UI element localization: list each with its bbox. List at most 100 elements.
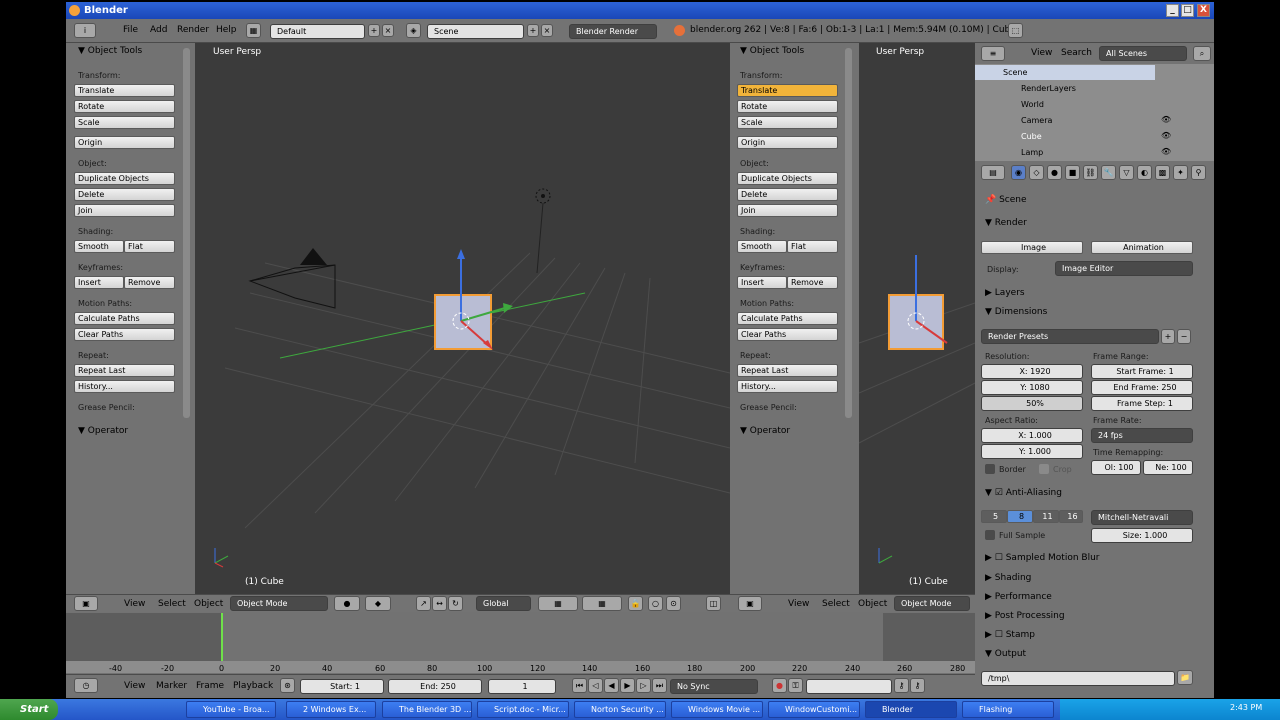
task-blender-3d[interactable]: The Blender 3D ... [382, 701, 472, 718]
task-script-doc[interactable]: Script.doc - Micr... [477, 701, 569, 718]
insert-key-icon[interactable]: ⚷ [894, 678, 909, 693]
task-windowcustomizer[interactable]: WindowCustomi... [768, 701, 860, 718]
editor-type-icon-3d[interactable]: ▣ [74, 596, 98, 611]
performance-panel-title[interactable]: ▶ Performance [985, 592, 1052, 602]
task-windows-explorer[interactable]: 2 Windows Ex... [286, 701, 376, 718]
time-old-field[interactable]: Ol: 100 [1091, 460, 1141, 475]
scrollbar[interactable] [183, 48, 190, 418]
material-tab-icon[interactable]: ◐ [1137, 165, 1152, 180]
menu-object-3d-right[interactable]: Object [858, 599, 887, 609]
scrollbar-right[interactable] [845, 48, 852, 418]
physics-tab-icon[interactable]: ✦ [1173, 165, 1188, 180]
filter-size-field[interactable]: Size: 1.000 [1091, 528, 1193, 543]
operator-panel-title-right[interactable]: ▼ Operator [740, 426, 790, 436]
start-frame-field[interactable]: Start Frame: 1 [1091, 364, 1193, 379]
repeat-last-button[interactable]: Repeat Last [74, 364, 175, 377]
menu-select-3d-right[interactable]: Select [822, 599, 850, 609]
timeline-type-icon[interactable]: ◷ [74, 678, 98, 693]
origin-button-right[interactable]: Origin [737, 136, 838, 149]
stamp-panel-title[interactable]: ▶ ☐ Stamp [985, 630, 1035, 640]
timeline-playback-menu[interactable]: Playback [233, 681, 273, 691]
viewport-right[interactable]: User Persp (1) Cube [859, 43, 975, 595]
menu-view-3d[interactable]: View [124, 599, 145, 609]
texture-tab-icon[interactable]: ▩ [1155, 165, 1170, 180]
translate-manip-icon[interactable]: ↔ [432, 596, 447, 611]
eye-icon[interactable]: 👁 [1161, 147, 1171, 156]
preview-range-icon[interactable]: ⊛ [280, 678, 295, 693]
outliner-filter-select[interactable]: All Scenes [1099, 46, 1187, 61]
folder-icon[interactable]: 📁 [1177, 670, 1193, 685]
keying-icon[interactable]: ⚿ [788, 678, 803, 693]
outliner-item-cube[interactable]: Cube [975, 129, 1042, 144]
timeline-ruler[interactable] [66, 661, 975, 673]
post-processing-panel-title[interactable]: ▶ Post Processing [985, 611, 1065, 621]
current-frame-line[interactable] [221, 613, 223, 661]
join-button[interactable]: Join [74, 204, 175, 217]
jump-end-icon[interactable]: ⏭ [652, 678, 667, 693]
motion-blur-panel-title[interactable]: ▶ ☐ Sampled Motion Blur [985, 553, 1100, 563]
translate-button[interactable]: Translate [74, 84, 175, 97]
display-select[interactable]: Image Editor [1055, 261, 1193, 276]
delete-button[interactable]: Delete [74, 188, 175, 201]
outliner-item-lamp[interactable]: Lamp [975, 145, 1043, 160]
border-checkbox[interactable] [985, 464, 995, 474]
start-button[interactable]: Start [0, 699, 58, 720]
timeline-frame-menu[interactable]: Frame [196, 681, 224, 691]
minimize-button[interactable]: _ [1166, 4, 1179, 17]
layout-add-icon[interactable]: + [368, 24, 380, 37]
proportional-icon[interactable]: ⊙ [666, 596, 681, 611]
scale-button[interactable]: Scale [74, 116, 175, 129]
task-youtube[interactable]: YouTube - Broa... [186, 701, 276, 718]
clock[interactable]: 2:43 PM [1230, 703, 1262, 712]
smooth-button-right[interactable]: Smooth [737, 240, 787, 253]
dimensions-panel-title[interactable]: ▼ Dimensions [985, 307, 1047, 317]
render-panel-title[interactable]: ▼ Render [985, 218, 1027, 228]
outliner-item-world[interactable]: World [975, 97, 1044, 112]
outliner-view-menu[interactable]: View [1031, 48, 1052, 58]
delete-button-right[interactable]: Delete [737, 188, 838, 201]
smooth-button[interactable]: Smooth [74, 240, 124, 253]
viewport-left[interactable]: User Persp (1) Cube [195, 43, 730, 595]
scene-remove-icon[interactable]: × [541, 24, 553, 37]
scale-button-right[interactable]: Scale [737, 116, 838, 129]
current-frame-field[interactable]: 1 [488, 679, 556, 694]
preset-remove-icon[interactable]: − [1177, 329, 1191, 344]
rotate-button[interactable]: Rotate [74, 100, 175, 113]
viewport-shading-icon[interactable]: ● [334, 596, 360, 611]
render-presets-select[interactable]: Render Presets [981, 329, 1159, 344]
repeat-last-button-right[interactable]: Repeat Last [737, 364, 838, 377]
menu-file[interactable]: File [123, 25, 138, 35]
render-tab-icon[interactable]: ◉ [1011, 165, 1026, 180]
constraints-tab-icon[interactable]: ⛓ [1083, 165, 1098, 180]
layout-field[interactable]: Default [270, 24, 365, 39]
aspect-y-field[interactable]: Y: 1.000 [981, 444, 1083, 459]
menu-view-3d-right[interactable]: View [788, 599, 809, 609]
timeline-view-menu[interactable]: View [124, 681, 145, 691]
world-tab-icon[interactable]: ● [1047, 165, 1062, 180]
aa-filter-select[interactable]: Mitchell-Netravali [1091, 510, 1193, 525]
object-tools-title[interactable]: ▼ Object Tools [78, 46, 142, 56]
remove-keyframe-button[interactable]: Remove [124, 276, 175, 289]
record-icon[interactable]: ● [772, 678, 787, 693]
output-panel-title[interactable]: ▼ Output [985, 649, 1026, 659]
outliner-item-camera[interactable]: Camera [975, 113, 1052, 128]
rotate-manip-icon[interactable]: ↻ [448, 596, 463, 611]
outliner-type-icon[interactable]: ≡ [981, 46, 1005, 61]
scene-field[interactable]: Scene [427, 24, 524, 39]
render-icon[interactable]: ◫ [706, 596, 721, 611]
timeline-marker-menu[interactable]: Marker [156, 681, 187, 691]
render-engine-select[interactable]: Blender Render [569, 24, 657, 39]
duplicate-objects-button[interactable]: Duplicate Objects [74, 172, 175, 185]
eye-icon[interactable]: 👁 [1161, 131, 1171, 140]
play-reverse-icon[interactable]: ◀ [604, 678, 619, 693]
join-button-right[interactable]: Join [737, 204, 838, 217]
layout-remove-icon[interactable]: × [382, 24, 394, 37]
end-field[interactable]: End: 250 [388, 679, 482, 694]
manipulator-icon[interactable]: ↗ [416, 596, 431, 611]
data-tab-icon[interactable]: ▽ [1119, 165, 1134, 180]
aa-samples-5[interactable]: 5 [981, 510, 1007, 523]
task-norton[interactable]: Norton Security ... [574, 701, 666, 718]
pivot-icon[interactable]: ◆ [365, 596, 391, 611]
outliner-item-renderlayers[interactable]: RenderLayers [975, 81, 1076, 96]
rotate-button-right[interactable]: Rotate [737, 100, 838, 113]
